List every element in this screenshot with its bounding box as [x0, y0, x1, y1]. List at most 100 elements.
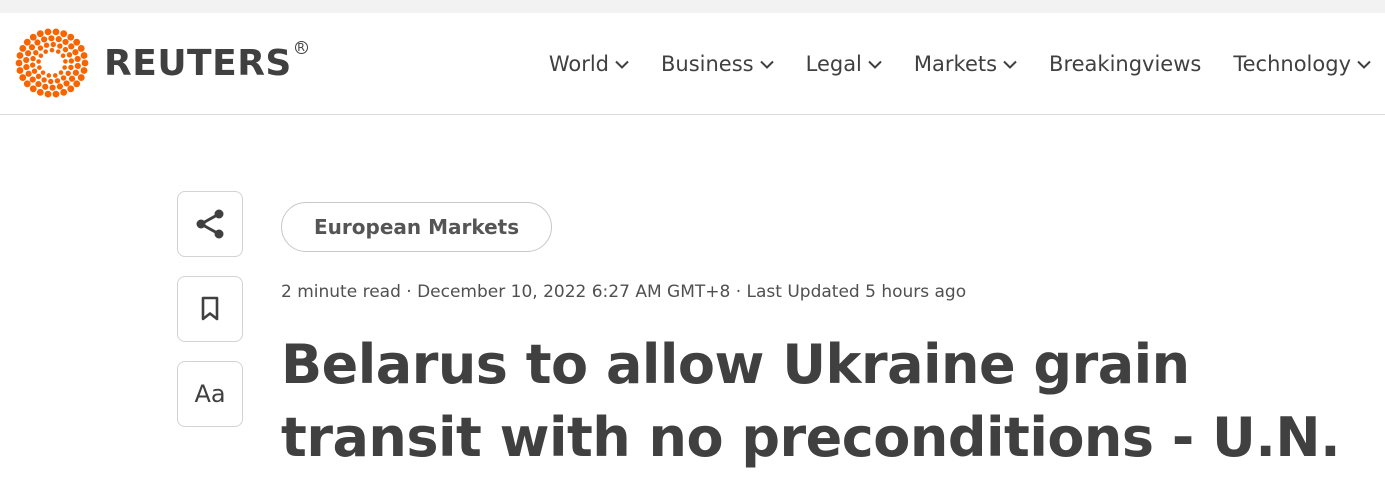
logo-dot [19, 45, 27, 52]
logo-dot [23, 38, 31, 46]
nav-markets[interactable]: Markets [914, 52, 1017, 76]
article-meta: 2 minute read · December 10, 2022 6:27 A… [281, 282, 967, 302]
nav-world[interactable]: World [549, 52, 629, 76]
logo-dot [73, 80, 81, 88]
bookmark-icon [201, 296, 219, 321]
logo-dot [44, 28, 52, 36]
logo-dot [36, 88, 44, 96]
logo-dot [67, 33, 75, 41]
logo-dot [72, 69, 79, 76]
logo-dot [43, 42, 50, 48]
logo-dot [62, 65, 67, 70]
share-button[interactable] [177, 191, 243, 257]
reuters-logo[interactable]: REUTERS R [14, 27, 308, 99]
nav-breakingviews-label: Breakingviews [1049, 52, 1202, 76]
logo-dot [54, 78, 61, 84]
logo-dot [25, 50, 32, 57]
logo-dot [34, 39, 41, 46]
logo-dot [80, 52, 88, 59]
site-header: REUTERS R World Business Legal Markets Br… [0, 13, 1385, 115]
nav-markets-label: Markets [913, 52, 998, 76]
logo-dot [29, 62, 36, 68]
logo-dot [68, 75, 76, 82]
reuters-logo-icon [15, 28, 89, 98]
nav-legal[interactable]: Legal [806, 52, 882, 76]
logo-dot [74, 55, 81, 63]
headline: Belarus to allow Ukraine grain transit w… [281, 333, 1341, 469]
logo-dot [63, 80, 70, 87]
logo-dot [67, 85, 75, 93]
nav-business-label: Business [661, 52, 754, 76]
logo-dot [48, 78, 54, 85]
logo-dot [60, 88, 68, 96]
logo-dot [29, 76, 36, 83]
logo-dot [16, 52, 24, 59]
nav-world-label: World [548, 52, 609, 76]
logo-dot [37, 65, 42, 70]
top-strip [0, 0, 1385, 13]
logo-dot [29, 85, 37, 93]
registered-mark: R [294, 40, 308, 54]
chevron-down-icon [759, 60, 774, 69]
text-size-button[interactable]: Aa [177, 361, 243, 427]
nav-business[interactable]: Business [661, 52, 774, 76]
logo-dot [56, 83, 63, 90]
logo-dot [30, 55, 36, 62]
logo-dot [68, 43, 75, 50]
logo-dot [49, 47, 55, 53]
logo-dot [49, 84, 56, 91]
logo-dot [48, 35, 55, 42]
logo-dot [55, 36, 62, 43]
logo-dot [62, 38, 69, 46]
bookmark-button[interactable] [177, 276, 243, 342]
logo-dot [58, 70, 64, 75]
logo-dot [33, 50, 39, 56]
logo-dot [16, 67, 24, 74]
logo-dot [35, 73, 42, 80]
share-icon [196, 209, 224, 239]
logo-dot [44, 90, 52, 98]
logo-dot [68, 64, 74, 71]
logo-dot [35, 80, 42, 88]
logo-dot [50, 41, 56, 48]
logo-dot [52, 90, 60, 98]
logo-dot [29, 33, 37, 41]
nav-breakingviews[interactable]: Breakingviews [1049, 52, 1201, 76]
logo-dot [40, 70, 46, 75]
logo-dot [52, 73, 58, 78]
logo-dot [81, 59, 89, 67]
nav-technology[interactable]: Technology [1233, 52, 1371, 76]
chevron-down-icon [1357, 60, 1371, 69]
text-size-label: Aa [194, 380, 226, 408]
logo-dot [57, 43, 63, 49]
logo-dot [42, 83, 49, 90]
logo-dot [65, 70, 71, 76]
logo-dot [23, 63, 30, 71]
logo-dot [36, 59, 41, 64]
logo-dot [60, 30, 68, 38]
main-nav: World Business Legal Markets Breakingvie… [549, 13, 1371, 115]
logo-dot [77, 74, 85, 81]
logo-dot [63, 59, 68, 64]
logo-dot [66, 52, 73, 58]
logo-dot [72, 49, 79, 56]
chevron-down-icon [868, 60, 882, 69]
logo-dot [60, 75, 67, 81]
logo-dot [55, 49, 61, 54]
logo-dot [25, 70, 32, 77]
logo-dot [60, 53, 66, 58]
logo-dot [73, 38, 81, 46]
logo-dot [36, 30, 44, 38]
article-toolbar: Aa [177, 191, 243, 446]
article-header: European Markets 2 minute read · Decembe… [281, 202, 1361, 469]
logo-dot [52, 28, 60, 36]
logo-dot [31, 68, 38, 74]
category-tag[interactable]: European Markets [281, 202, 553, 252]
logo-dot [23, 80, 31, 88]
nav-technology-label: Technology [1233, 52, 1351, 76]
chevron-down-icon [615, 60, 629, 69]
brand-name: REUTERS R [104, 40, 308, 84]
logo-dot [28, 44, 36, 51]
logo-dot [74, 62, 81, 70]
logo-dot [77, 45, 85, 52]
